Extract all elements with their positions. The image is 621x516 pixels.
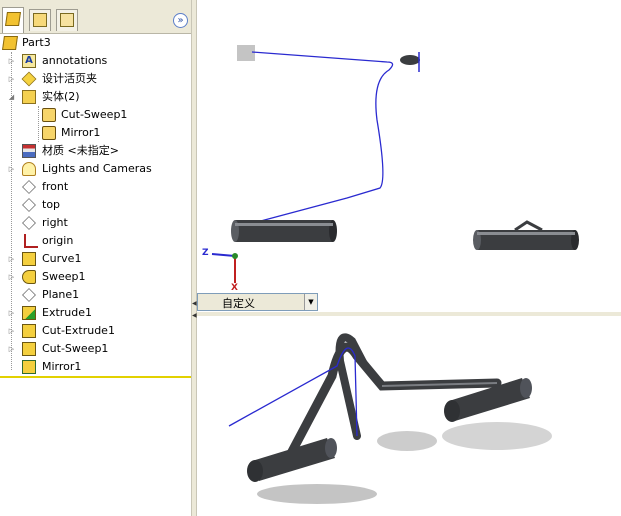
tree-item-body-cut-sweep1[interactable]: Cut-Sweep1 [0,106,191,124]
tree-item-plane1[interactable]: Plane1 [0,286,191,304]
tree-item-extrude1[interactable]: ▷ Extrude1 [0,304,191,322]
tree-item-mirror1[interactable]: Mirror1 [0,358,191,376]
mirror-icon [22,360,36,374]
tree-item-label: Cut-Extrude1 [42,324,115,337]
view-triad [211,253,238,283]
sweep-icon [22,270,36,284]
splitter-arrow-icon[interactable]: ◀ [192,300,197,307]
plane-icon [22,180,36,194]
shadow [257,484,377,504]
tree-item-curve1[interactable]: ▷ Curve1 [0,250,191,268]
chevron-down-icon[interactable]: ▼ [304,294,317,310]
path-endpoint-body [400,55,420,65]
design-binder-icon [21,71,37,87]
solid-bodies-icon [22,90,36,104]
tree-item-label: front [42,180,69,193]
feature-tree-tab[interactable] [2,7,24,33]
cut-sweep-icon [22,342,36,356]
tree-item-label: 实体(2) [42,90,80,103]
expand-toggle[interactable]: ▷ [7,70,16,88]
isometric-view-graphics [228,333,552,504]
tree-item-label: top [42,198,61,211]
collapse-toggle[interactable]: ◢ [7,88,16,106]
triad-z-label: Z [202,248,209,258]
cut-extrude-icon [22,324,36,338]
tree-item-label: Sweep1 [42,270,86,283]
plane-icon [22,216,36,230]
expand-toggle[interactable]: ▷ [7,52,16,70]
top-view-graphics [211,45,579,283]
tree-item-label: 材质 <未指定> [42,144,119,157]
expand-toggle[interactable]: ▷ [7,250,16,268]
tree-item-label: Plane1 [42,288,80,301]
tree-item-label: right [42,216,68,229]
tree-item-label: 设计活页夹 [42,72,97,85]
view-orientation-value: 自定义 [222,297,255,310]
curve-icon [22,252,36,266]
tree-item-annotations[interactable]: ▷ A annotations [0,52,191,70]
expand-toggle[interactable]: ▷ [7,268,16,286]
tree-item-label: Cut-Sweep1 [61,108,128,121]
expand-toggle[interactable]: ▷ [7,304,16,322]
view-orientation-select[interactable]: 自定义 ▼ [197,293,318,311]
tree-item-label: Mirror1 [61,126,101,139]
tube-body-right [473,220,579,250]
sweep-path-curve [251,51,394,223]
triad-x-label: X [231,283,238,293]
tree-item-design-binder[interactable]: ▷ 设计活页夹 [0,70,191,88]
tree-item-front-plane[interactable]: front [0,178,191,196]
feature-tree-icon [5,12,21,26]
configuration-icon [60,13,74,27]
tree-item-body-mirror1[interactable]: Mirror1 [0,124,191,142]
tree-item-label: Extrude1 [42,306,93,319]
plane-icon [22,198,36,212]
tree-item-top-plane[interactable]: top [0,196,191,214]
origin-icon [24,234,38,248]
part-icon [2,36,18,50]
feature-tree: Part3 ▷ A annotations ▷ 设计活页夹 ◢ 实体(2) Cu… [0,33,191,378]
property-manager-tab[interactable] [29,9,51,31]
tree-item-cut-extrude1[interactable]: ▷ Cut-Extrude1 [0,322,191,340]
tree-bottom-border [0,376,191,378]
tree-item-cut-sweep1[interactable]: ▷ Cut-Sweep1 [0,340,191,358]
tree-root-label: Part3 [22,36,51,49]
expand-panel-button[interactable]: » [173,13,188,28]
tree-item-solid-bodies[interactable]: ◢ 实体(2) [0,88,191,106]
plane-icon [22,288,36,302]
expand-toggle[interactable]: ▷ [7,322,16,340]
feature-manager-panel: » Part3 ▷ A annotations ▷ 设计活页夹 ◢ 实体(2) … [0,0,191,516]
tree-item-label: Mirror1 [42,360,82,373]
splitter-arrow-icon[interactable]: ◀ [192,312,197,319]
property-icon [33,13,47,27]
annotations-icon: A [22,54,36,68]
lights-icon [22,162,36,176]
graphics-viewport-top[interactable]: Z X [197,0,621,313]
feature-manager-tabs: » [0,0,191,33]
tree-item-sweep1[interactable]: ▷ Sweep1 [0,268,191,286]
tree-item-label: Lights and Cameras [42,162,152,175]
shadow [442,422,552,450]
tube-body-left [231,220,337,242]
graphics-viewport-bottom[interactable] [197,316,621,516]
expand-toggle[interactable]: ▷ [7,340,16,358]
tree-item-label: Curve1 [42,252,82,265]
material-icon [22,144,36,158]
tree-item-lights-cameras[interactable]: ▷ Lights and Cameras [0,160,191,178]
tree-item-origin[interactable]: origin [0,232,191,250]
tree-item-label: annotations [42,54,108,67]
shadow [377,431,437,451]
tree-item-right-plane[interactable]: right [0,214,191,232]
blurred-marker [237,45,255,61]
solid-body-icon [42,108,56,122]
tree-item-label: Cut-Sweep1 [42,342,109,355]
expand-toggle[interactable]: ▷ [7,160,16,178]
configuration-manager-tab[interactable] [56,9,78,31]
tree-item-material[interactable]: 材质 <未指定> [0,142,191,160]
tree-item-label: origin [42,234,74,247]
extrude-icon [22,306,36,320]
solid-body-icon [42,126,56,140]
